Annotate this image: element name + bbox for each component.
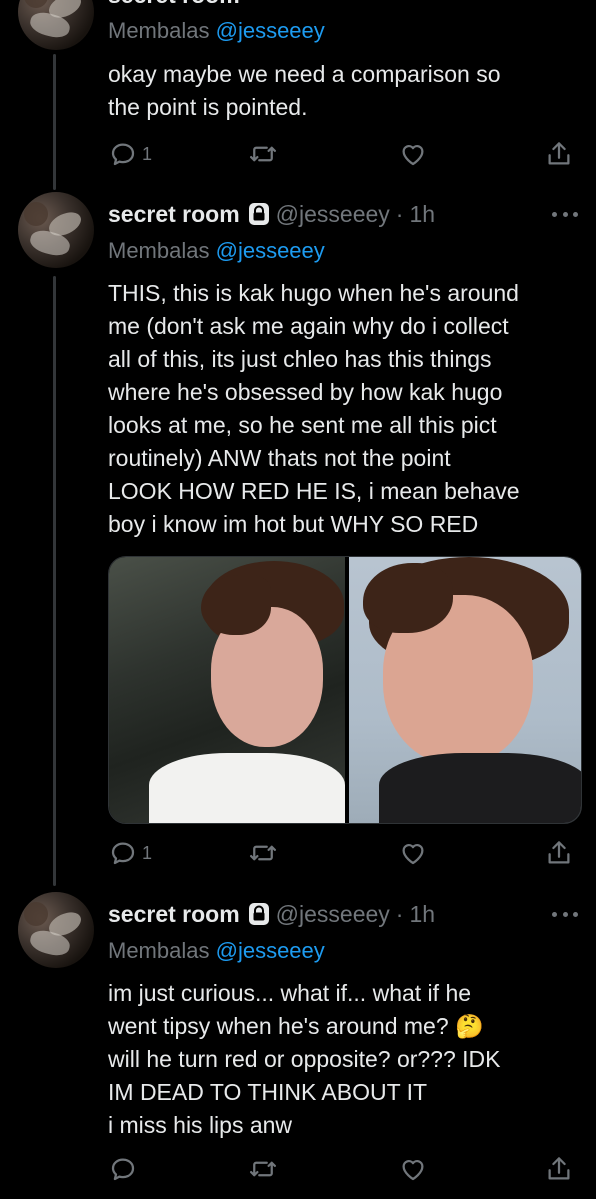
- tweet-text-line: okay maybe we need a comparison so: [108, 61, 501, 87]
- tweet-text-line: THIS, this is kak hugo when he's around: [108, 280, 519, 306]
- avatar[interactable]: [18, 192, 94, 268]
- tweet-text: THIS, this is kak hugo when he's around …: [108, 277, 578, 541]
- tweet-actions: 1: [108, 139, 578, 171]
- reply-mention-link[interactable]: @jesseeey: [216, 938, 325, 963]
- separator-dot: ·: [395, 900, 404, 927]
- reply-prefix: Membalas: [108, 238, 210, 263]
- author-handle[interactable]: @jesseeey: [276, 201, 390, 228]
- avatar[interactable]: [18, 892, 94, 968]
- author-name[interactable]: secret room: [108, 901, 240, 928]
- tweet-text-line: i miss his lips anw: [108, 1112, 293, 1138]
- retweet-button[interactable]: [248, 139, 278, 169]
- more-icon[interactable]: [552, 209, 578, 219]
- like-icon: [402, 145, 424, 166]
- reply-button[interactable]: [108, 1154, 142, 1184]
- reply-prefix: Membalas: [108, 18, 210, 43]
- reply-icon: [111, 1158, 135, 1181]
- separator-dot: ·: [395, 200, 404, 227]
- retweet-button[interactable]: [248, 1154, 278, 1184]
- thread-line: [53, 276, 56, 886]
- share-icon: [548, 841, 570, 864]
- like-icon: [402, 844, 424, 865]
- share-button[interactable]: [544, 1154, 574, 1184]
- reply-icon: [111, 143, 135, 166]
- author-name[interactable]: secret room: [108, 0, 240, 9]
- lock-icon: [248, 202, 270, 226]
- retweet-icon: [250, 1161, 276, 1177]
- like-icon: [402, 1160, 424, 1181]
- thread-line: [53, 54, 56, 190]
- reply-count: 1: [142, 143, 153, 164]
- tweet-header: secret room @jesseeey · 1h: [108, 897, 435, 931]
- tweet-text-line: all of this, its just chleo has this thi…: [108, 346, 492, 372]
- timestamp[interactable]: 1h: [409, 201, 435, 228]
- share-button[interactable]: [544, 139, 574, 169]
- tweet-text-line: IM DEAD TO THINK ABOUT IT: [108, 1079, 428, 1105]
- tweet-text-line: went tipsy when he's around me? 🤔: [108, 1013, 484, 1039]
- tweet-text: okay maybe we need a comparison so the p…: [108, 58, 578, 124]
- tweet-text-line: routinely) ANW thats not the point: [108, 445, 451, 471]
- author-handle[interactable]: @jesseeey: [276, 901, 390, 928]
- tweet-text-line: im just curious... what if... what if he: [108, 980, 472, 1006]
- retweet-button[interactable]: [248, 838, 278, 868]
- retweet-icon: [250, 146, 276, 162]
- tweet-header: secret room @jesseeey · 1h: [108, 197, 435, 231]
- reply-prefix: Membalas: [108, 938, 210, 963]
- media-photo-1[interactable]: [109, 557, 345, 823]
- media-photo-2[interactable]: [349, 557, 581, 823]
- tweet-text-line: the point is pointed.: [108, 94, 308, 120]
- media-grid: [108, 556, 582, 824]
- reply-button[interactable]: 1: [108, 838, 152, 868]
- reply-button[interactable]: 1: [108, 139, 152, 169]
- reply-mention-link[interactable]: @jesseeey: [216, 18, 325, 43]
- tweet-actions: 1: [108, 838, 578, 870]
- author-name[interactable]: secret room: [108, 201, 240, 228]
- tweet-actions: [108, 1154, 578, 1186]
- reply-context: Membalas @jesseeey: [108, 18, 325, 44]
- like-button[interactable]: [398, 1154, 428, 1184]
- reply-context: Membalas @jesseeey: [108, 238, 325, 264]
- share-icon: [548, 142, 570, 165]
- like-button[interactable]: [398, 139, 428, 169]
- reply-mention-link[interactable]: @jesseeey: [216, 238, 325, 263]
- retweet-icon: [250, 845, 276, 861]
- reply-count: 1: [142, 842, 153, 863]
- reply-icon: [111, 842, 135, 865]
- tweet-text: im just curious... what if... what if he…: [108, 977, 578, 1142]
- lock-icon: [248, 902, 270, 926]
- like-button[interactable]: [398, 838, 428, 868]
- share-button[interactable]: [544, 838, 574, 868]
- tweet-text-line: looks at me, so he sent me all this pict: [108, 412, 497, 438]
- more-icon[interactable]: [552, 909, 578, 919]
- tweet-text-line: LOOK HOW RED HE IS, i mean behave: [108, 478, 520, 504]
- share-icon: [548, 1157, 570, 1180]
- avatar[interactable]: [18, 0, 94, 50]
- reply-context: Membalas @jesseeey: [108, 938, 325, 964]
- tweet-text-line: boy i know im hot but WHY SO RED: [108, 511, 479, 537]
- tweet-header-partial: secret room: [108, 0, 240, 12]
- tweet-text-line: will he turn red or opposite? or??? IDK: [108, 1046, 501, 1072]
- timestamp[interactable]: 1h: [409, 901, 435, 928]
- tweet-text-line: me (don't ask me again why do i collect: [108, 313, 509, 339]
- tweet-text-line: where he's obsessed by how kak hugo: [108, 379, 503, 405]
